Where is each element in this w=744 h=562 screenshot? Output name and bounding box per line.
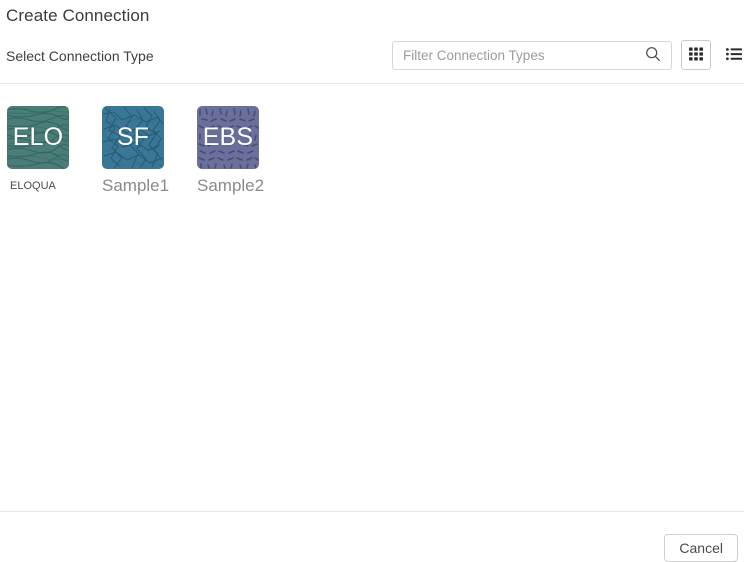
header-divider (0, 83, 744, 84)
search-input[interactable] (393, 42, 639, 69)
view-mode-toggle (681, 40, 744, 70)
dialog-footer: Cancel (0, 512, 744, 562)
search-icon (645, 46, 661, 65)
connection-type-abbreviation: SF (116, 123, 150, 151)
filter-connection-types-field[interactable] (392, 41, 672, 70)
list-view-button[interactable] (719, 40, 744, 70)
connection-type-label: Sample1 (102, 176, 170, 195)
list-view-icon (725, 45, 743, 66)
connection-type-abbreviation: EBS (202, 123, 254, 151)
connection-type-thumbnail: SF (102, 106, 164, 169)
search-button[interactable] (639, 42, 667, 69)
connection-type-thumbnail: ELO (7, 106, 69, 169)
connection-type-abbreviation: ELO (12, 123, 64, 151)
grid-view-button[interactable] (681, 40, 711, 70)
connection-type-tile[interactable]: SF Sample1 (102, 106, 197, 196)
connection-type-tile[interactable]: ELO ELOQUA (7, 106, 102, 193)
connection-type-label: Sample2 (197, 176, 265, 195)
grid-view-icon (687, 45, 705, 66)
connection-type-grid: ELO ELOQUA SF Sample1 EBS Sample2 (7, 106, 292, 196)
connection-type-label: ELOQUA (10, 180, 56, 192)
select-connection-type-label: Select Connection Type (6, 48, 154, 64)
connection-type-tile[interactable]: EBS Sample2 (197, 106, 292, 196)
page-title: Create Connection (6, 6, 150, 25)
connection-type-thumbnail: EBS (197, 106, 259, 169)
cancel-button[interactable]: Cancel (664, 534, 738, 562)
